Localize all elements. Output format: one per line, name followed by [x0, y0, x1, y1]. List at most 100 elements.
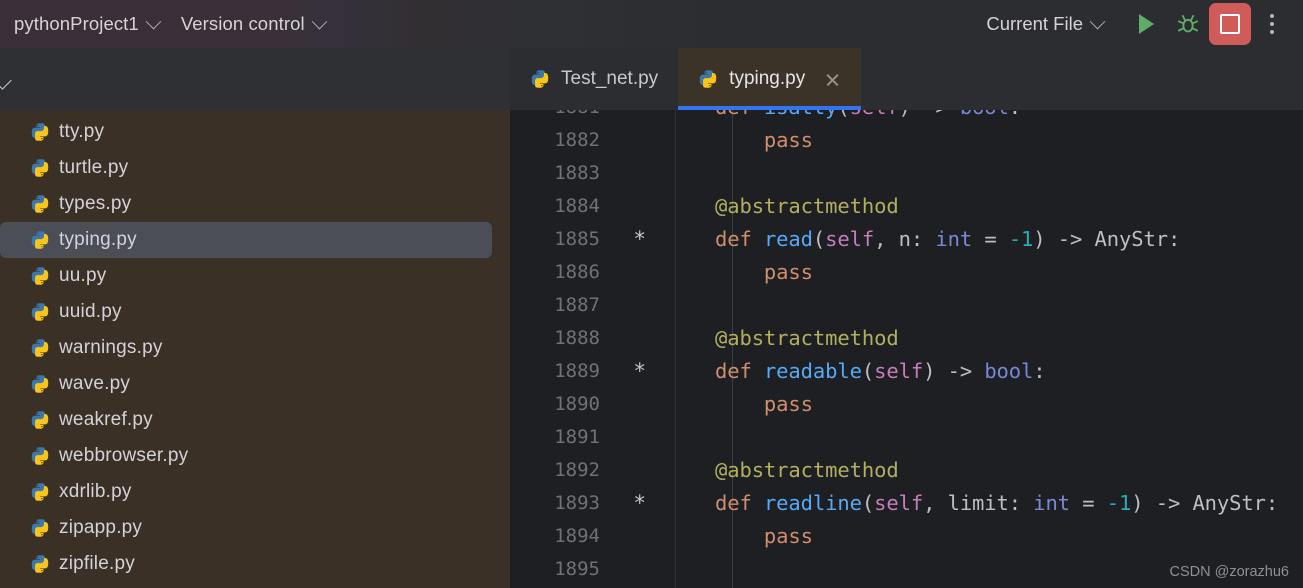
- stop-button[interactable]: [1209, 3, 1251, 45]
- ide-window: pythonProject1 Version control Current F…: [0, 0, 1303, 588]
- python-file-icon: [31, 231, 49, 249]
- watermark-text: CSDN @zorazhu6: [1169, 564, 1289, 580]
- code-token: read: [763, 226, 813, 251]
- line-number: 1886: [554, 260, 600, 283]
- file-tree-item-webbrowser-py[interactable]: webbrowser.py: [0, 438, 492, 474]
- code-token: , n:: [874, 226, 936, 251]
- line-number: 1891: [554, 425, 600, 448]
- line-number: 1895: [554, 557, 600, 580]
- method-marker-icon[interactable]: *: [633, 110, 646, 119]
- code-token: (: [812, 226, 826, 251]
- close-icon[interactable]: [824, 71, 841, 88]
- chevron-collapse-icon[interactable]: [0, 71, 12, 90]
- editor-tab-label: Test_net.py: [561, 68, 659, 89]
- file-tree-item-tty-py[interactable]: tty.py: [0, 114, 492, 150]
- code-line[interactable]: 1888 @abstractmethod: [510, 321, 1303, 354]
- line-gutter: 1894: [510, 525, 614, 547]
- code-line-text: pass: [614, 524, 1303, 548]
- line-gutter: 1890: [510, 393, 614, 415]
- file-tree-item-label: tty.py: [59, 121, 105, 142]
- code-token: pass: [666, 391, 813, 416]
- code-line[interactable]: 1885 * def read(self, n: int = -1) -> Any…: [510, 222, 1303, 255]
- chevron-down-icon: [1089, 13, 1106, 29]
- file-tree-item-uu-py[interactable]: uu.py: [0, 258, 492, 294]
- file-tree-item-uuid-py[interactable]: uuid.py: [0, 294, 492, 330]
- line-gutter: 1886: [510, 261, 614, 283]
- code-line-text: @abstractmethod: [614, 326, 1303, 350]
- code-viewport[interactable]: 1881* def isatty(self) -> bool:1882 pass…: [510, 110, 1303, 588]
- version-control-label: Version control: [180, 13, 305, 34]
- file-tree-item-wave-py[interactable]: wave.py: [0, 366, 492, 402]
- code-line[interactable]: 1883: [510, 156, 1303, 189]
- code-token: self: [825, 226, 875, 251]
- method-marker-icon[interactable]: *: [633, 227, 646, 251]
- file-tree-item-xdrlib-py[interactable]: xdrlib.py: [0, 474, 492, 510]
- code-token: int: [1033, 490, 1071, 515]
- project-file-tree[interactable]: tty.py turtle.py types.py typing.py uu.py uui…: [0, 48, 510, 588]
- line-number: 1887: [554, 293, 600, 316]
- code-line[interactable]: 1887: [510, 288, 1303, 321]
- line-gutter: 1882: [510, 129, 614, 151]
- file-tree-item-turtle-py[interactable]: turtle.py: [0, 150, 492, 186]
- line-gutter: 1884: [510, 195, 614, 217]
- file-tree-item-types-py[interactable]: types.py: [0, 186, 492, 222]
- code-token: @abstractmethod: [714, 193, 899, 218]
- editor-tab-Test_net-py[interactable]: Test_net.py: [510, 48, 678, 110]
- code-line[interactable]: 1890 pass: [510, 387, 1303, 420]
- code-line[interactable]: 1891: [510, 420, 1303, 453]
- line-number: 1885: [554, 227, 600, 250]
- code-token: -1: [1008, 226, 1034, 251]
- code-line[interactable]: 1881 * def isatty(self) -> bool:: [510, 110, 1303, 123]
- code-token: self: [874, 358, 924, 383]
- code-token: ) ->: [899, 110, 960, 119]
- code-line[interactable]: 1893 * def readline(self, limit: int = -1…: [510, 486, 1303, 519]
- python-file-icon: [31, 519, 49, 537]
- run-configuration-selector[interactable]: Current File: [986, 13, 1106, 35]
- version-control-menu[interactable]: Version control: [180, 13, 327, 35]
- code-line-text: def readline(self, limit: int = -1) -> A…: [614, 491, 1303, 515]
- chevron-down-icon: [145, 13, 162, 29]
- run-icon: [1138, 14, 1154, 34]
- file-tree-item-warnings-py[interactable]: warnings.py: [0, 330, 492, 366]
- method-marker-icon[interactable]: *: [633, 359, 646, 383]
- code-token: readline: [763, 490, 862, 515]
- debug-button[interactable]: [1167, 3, 1209, 45]
- python-file-icon: [31, 267, 49, 285]
- title-bar: pythonProject1 Version control Current F…: [0, 0, 1303, 48]
- line-gutter: 1885 *: [510, 227, 646, 251]
- file-tree-item-label: weakref.py: [59, 409, 153, 430]
- code-token: self: [874, 490, 924, 515]
- more-options-button[interactable]: [1251, 3, 1293, 45]
- editor-tab-typing-py[interactable]: typing.py: [678, 48, 862, 110]
- code-line[interactable]: 1889 * def readable(self) -> bool:: [510, 354, 1303, 387]
- line-number: 1893: [554, 491, 600, 514]
- code-line[interactable]: 1882 pass: [510, 123, 1303, 156]
- code-token: @abstractmethod: [714, 325, 899, 350]
- code-token: def: [714, 490, 764, 515]
- run-button[interactable]: [1125, 3, 1167, 45]
- code-token: isatty: [764, 110, 838, 119]
- method-marker-icon[interactable]: *: [633, 491, 646, 515]
- file-tree-item-typing-py[interactable]: typing.py: [0, 222, 492, 258]
- code-line-text: pass: [614, 260, 1303, 284]
- python-file-icon: [31, 555, 49, 573]
- code-line[interactable]: 1894 pass: [510, 519, 1303, 552]
- code-line[interactable]: 1884 @abstractmethod: [510, 189, 1303, 222]
- python-file-icon: [31, 159, 49, 177]
- line-gutter: 1893 *: [510, 491, 646, 515]
- code-token: bool: [984, 358, 1034, 383]
- line-gutter: 1891: [510, 426, 614, 448]
- file-tree-item-zipfile-py[interactable]: zipfile.py: [0, 546, 492, 582]
- code-line[interactable]: 1892 @abstractmethod: [510, 453, 1303, 486]
- project-tree-header: [0, 48, 510, 110]
- project-selector[interactable]: pythonProject1: [14, 13, 162, 35]
- file-tree-item-label: uuid.py: [59, 301, 122, 322]
- file-tree-item-label: turtle.py: [59, 157, 129, 178]
- code-line-text: @abstractmethod: [614, 194, 1303, 218]
- code-token: ) ->: [923, 358, 985, 383]
- code-token: :: [1033, 358, 1046, 383]
- file-tree-item-weakref-py[interactable]: weakref.py: [0, 402, 492, 438]
- code-line[interactable]: 1886 pass: [510, 255, 1303, 288]
- file-tree-item-zipapp-py[interactable]: zipapp.py: [0, 510, 492, 546]
- line-number: 1894: [554, 524, 600, 547]
